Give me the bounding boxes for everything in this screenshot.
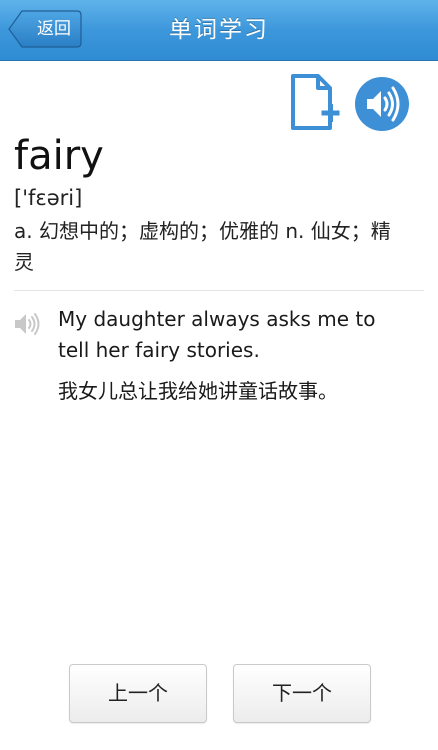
page-title: 单词学习 [169, 17, 269, 43]
example-sentence-chinese: 我女儿总让我给她讲童话故事。 [58, 379, 338, 403]
example-sentence-english: My daughter always asks me to tell her f… [58, 307, 376, 362]
next-button[interactable]: 下一个 [233, 664, 371, 723]
speaker-icon[interactable] [354, 76, 410, 132]
word-phonetic: ['fɛəri] [14, 186, 83, 210]
divider [14, 290, 424, 291]
add-document-icon[interactable] [290, 74, 340, 132]
word-actions [290, 74, 412, 132]
word-headword: fairy [14, 133, 104, 179]
previous-button[interactable]: 上一个 [69, 664, 207, 723]
word-definition: a. 幻想中的；虚构的；优雅的 n. 仙女；精灵 [14, 219, 391, 274]
navigation-bar: 返回 单词学习 [0, 0, 438, 61]
example-speaker-icon[interactable] [14, 310, 44, 338]
